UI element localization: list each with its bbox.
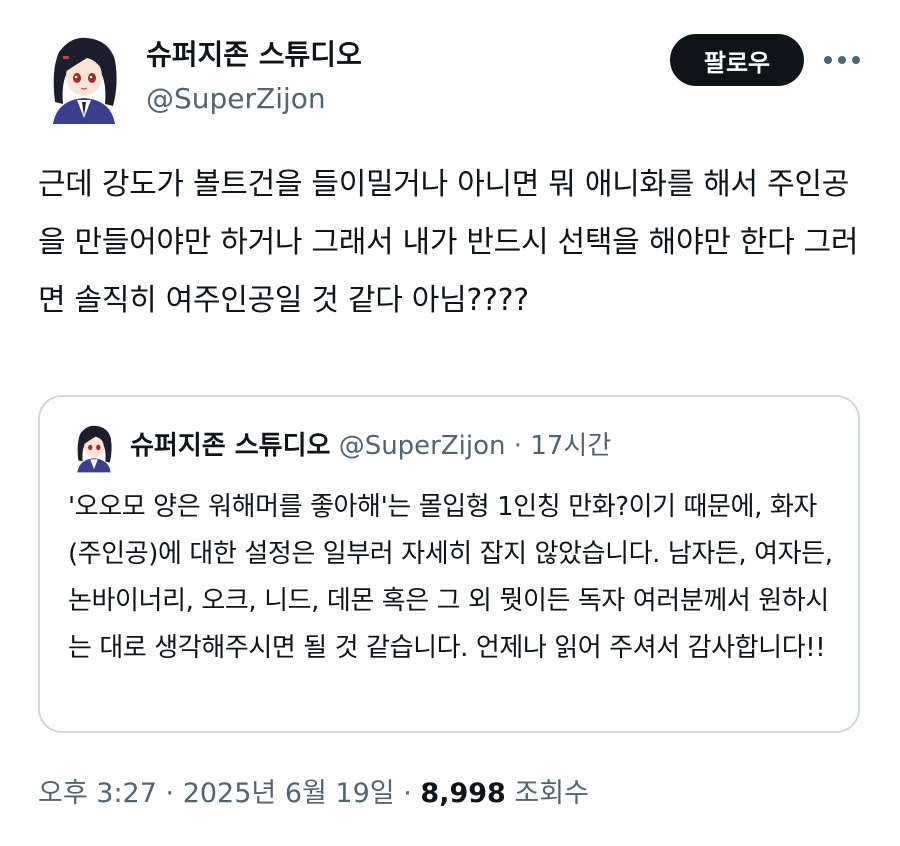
follow-button[interactable]: 팔로우 xyxy=(670,34,804,86)
quote-text: '오오모 양은 워해머를 좋아해'는 몰입형 1인칭 만화?이기 때문에, 화자… xyxy=(68,492,841,663)
tweet-text: 근데 강도가 볼트건을 들이밀거나 아니면 뭐 애니화를 해서 주인공을 만들어… xyxy=(38,167,859,318)
quote-header: 슈퍼지존 스튜디오 @SuperZijon · 17시간 xyxy=(130,430,611,462)
quote-handle: @SuperZijon xyxy=(338,431,506,461)
tweet-date[interactable]: 2025년 6월 19일 xyxy=(183,778,395,809)
author-avatar[interactable] xyxy=(47,34,121,124)
quote-author-avatar xyxy=(74,423,114,473)
more-options-button[interactable] xyxy=(818,44,866,76)
views-count: 8,998 xyxy=(420,778,506,809)
tweet-meta: 오후 3:27 · 2025년 6월 19일 · 8,998 조회수 xyxy=(38,777,589,811)
quote-separator: · xyxy=(513,431,523,461)
quote-timestamp: 17시간 xyxy=(530,431,612,461)
author-display-name[interactable]: 슈퍼지존 스튜디오 xyxy=(146,38,362,72)
more-horizontal-icon xyxy=(824,56,860,64)
anime-girl-avatar-icon xyxy=(53,37,117,124)
meta-separator: · xyxy=(165,778,175,809)
meta-separator: · xyxy=(403,778,412,809)
quoted-tweet-card[interactable]: 슈퍼지존 스튜디오 @SuperZijon · 17시간 '오오모 양은 워해머… xyxy=(38,395,860,733)
anime-girl-avatar-icon xyxy=(77,425,112,473)
tweet-time[interactable]: 오후 3:27 xyxy=(38,778,157,809)
quote-display-name: 슈퍼지존 스튜디오 xyxy=(130,431,331,461)
views-label: 조회수 xyxy=(514,778,589,809)
author-handle[interactable]: @SuperZijon xyxy=(146,82,326,116)
